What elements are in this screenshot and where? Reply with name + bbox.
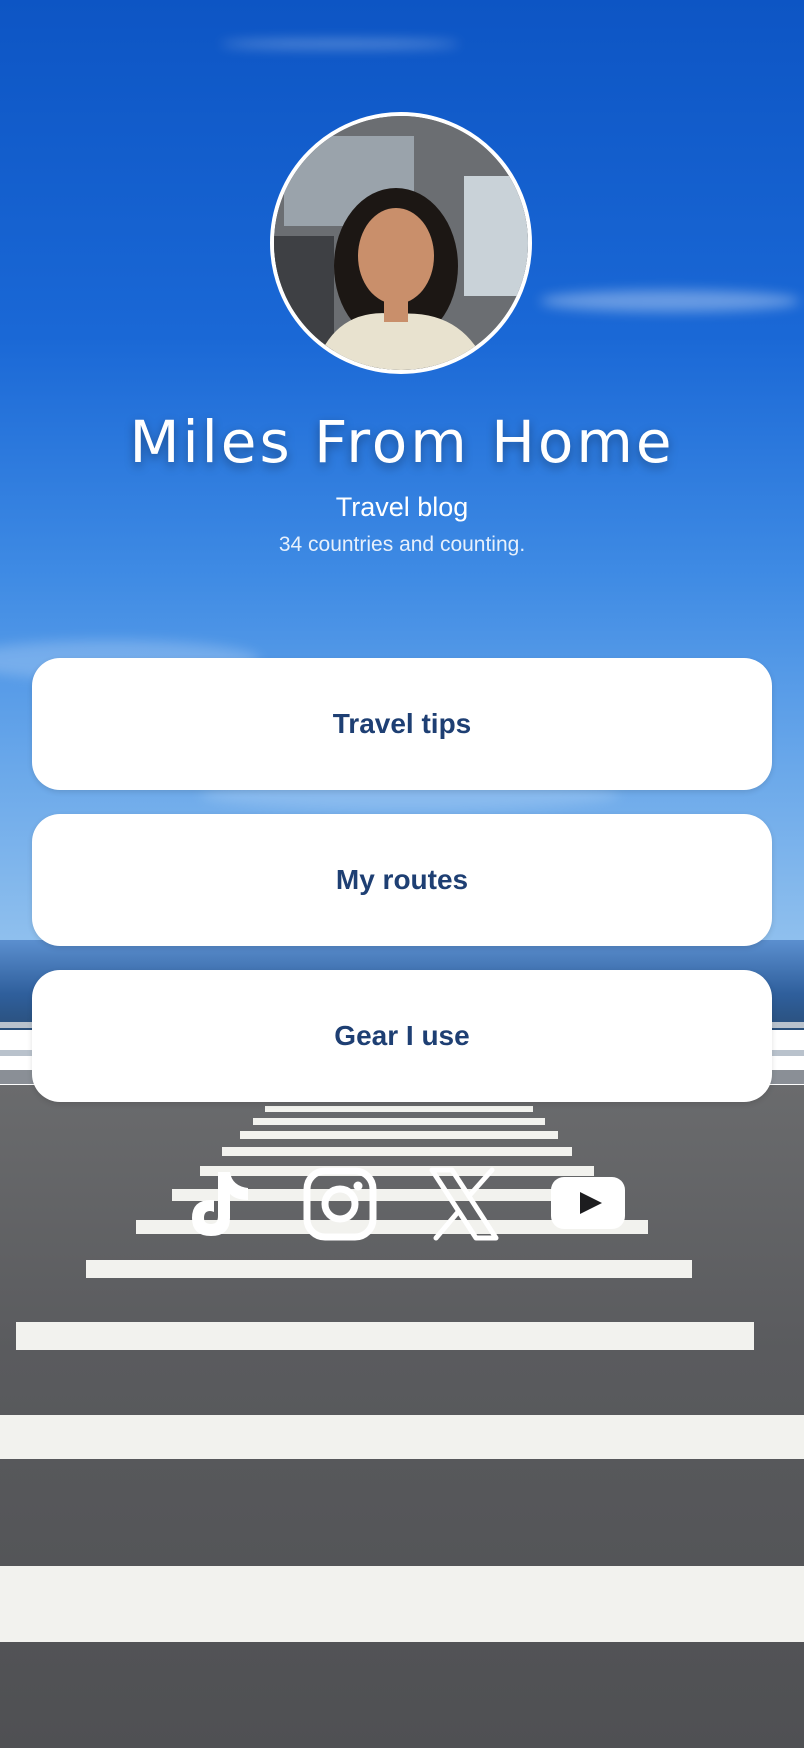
- x-icon[interactable]: [426, 1166, 502, 1242]
- avatar-photo: [274, 116, 528, 370]
- avatar: [270, 112, 532, 374]
- cloud: [540, 290, 800, 312]
- crosswalk-stripe: [0, 1566, 804, 1642]
- crosswalk-stripe: [222, 1147, 572, 1156]
- page-title: Miles From Home: [129, 408, 675, 476]
- crosswalk-stripe: [0, 1415, 804, 1459]
- instagram-icon[interactable]: [302, 1166, 378, 1242]
- social-links: [0, 1166, 804, 1242]
- page-subtitle: Travel blog: [335, 492, 469, 522]
- my-routes-button[interactable]: My routes: [32, 814, 772, 946]
- youtube-icon[interactable]: [550, 1166, 626, 1242]
- cloud: [220, 40, 460, 48]
- crosswalk-stripe: [86, 1260, 692, 1278]
- travel-tips-button[interactable]: Travel tips: [32, 658, 772, 790]
- crosswalk-stripe: [16, 1322, 754, 1350]
- crosswalk-stripe: [265, 1106, 533, 1112]
- crosswalk-stripe: [253, 1118, 545, 1125]
- page-tagline: 34 countries and counting.: [278, 533, 526, 556]
- tiktok-icon[interactable]: [178, 1166, 254, 1242]
- crosswalk-stripe: [240, 1131, 558, 1139]
- gear-i-use-button[interactable]: Gear I use: [32, 970, 772, 1102]
